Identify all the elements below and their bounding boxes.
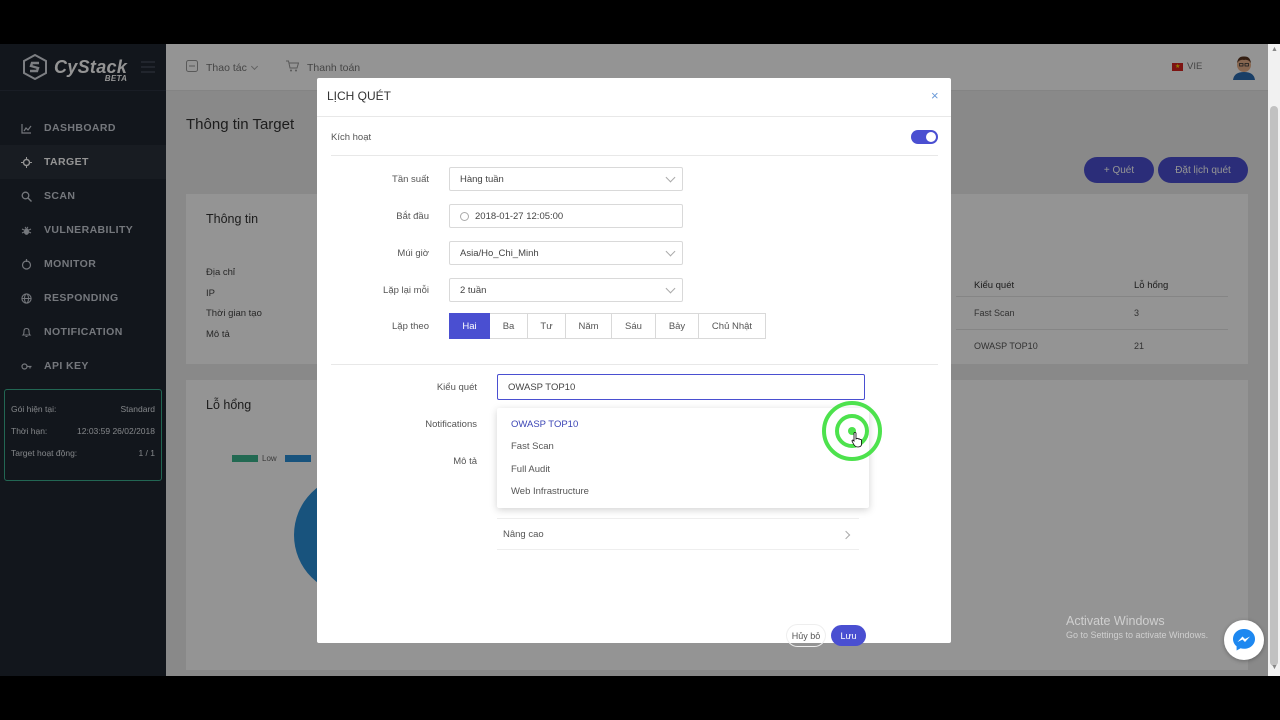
advanced-label: Nâng cao xyxy=(503,528,544,540)
frequency-select[interactable]: Hàng tuần xyxy=(449,167,683,191)
section-divider xyxy=(331,155,938,156)
messenger-icon xyxy=(1233,629,1255,651)
frequency-value: Hàng tuần xyxy=(460,173,504,185)
day-button-sun[interactable]: Chủ Nhật xyxy=(699,313,766,339)
cancel-button[interactable]: Hủy bỏ xyxy=(787,625,825,646)
description-label: Mô tả xyxy=(453,456,477,467)
clock-icon xyxy=(460,211,469,221)
day-button-wed[interactable]: Tư xyxy=(528,313,566,339)
scan-type-label: Kiểu quét xyxy=(436,382,477,393)
timezone-label: Múi giờ xyxy=(397,248,429,259)
active-toggle[interactable] xyxy=(911,130,938,144)
windows-activation-watermark: Activate Windows Go to Settings to activ… xyxy=(1066,614,1208,640)
scan-type-option[interactable]: Full Audit xyxy=(497,458,869,481)
scroll-up-icon[interactable]: ▲ xyxy=(1271,46,1278,53)
app-window: CyStack BETA DASHBOARD TARGET SCAN VULNER… xyxy=(0,44,1280,676)
weekday-selector: Hai Ba Tư Năm Sáu Bảy Chủ Nhật xyxy=(449,313,766,339)
scan-type-value: OWASP TOP10 xyxy=(508,381,576,393)
scan-type-option[interactable]: Web Infrastructure xyxy=(497,481,869,504)
hand-cursor-icon xyxy=(851,432,862,448)
timezone-select[interactable]: Asia/Ho_Chi_Minh xyxy=(449,241,683,265)
section-divider xyxy=(331,364,938,365)
scroll-down-icon[interactable]: ▼ xyxy=(1271,664,1278,671)
notifications-label: Notifications xyxy=(425,419,477,430)
frequency-label: Tần suất xyxy=(392,174,429,185)
chevron-down-icon xyxy=(665,283,676,294)
day-button-tue[interactable]: Ba xyxy=(490,313,528,339)
start-label: Bắt đầu xyxy=(396,211,429,222)
modal-header-divider xyxy=(317,116,951,117)
schedule-scan-modal: LỊCH QUÉT × Kích hoạt Tần suất Hàng tuần… xyxy=(317,78,951,646)
watermark-line1: Activate Windows xyxy=(1066,614,1165,628)
scan-type-dropdown: OWASP TOP10 Fast Scan Full Audit Web Inf… xyxy=(497,408,869,508)
day-button-mon[interactable]: Hai xyxy=(449,313,490,339)
chevron-down-icon xyxy=(665,172,676,183)
save-button[interactable]: Lưu xyxy=(831,625,866,646)
messenger-chat-button[interactable] xyxy=(1224,620,1264,660)
watermark-line2: Go to Settings to activate Windows. xyxy=(1066,630,1209,640)
scan-type-select[interactable]: OWASP TOP10 xyxy=(497,374,865,400)
click-highlight-indicator xyxy=(822,401,882,461)
repeat-value: 2 tuần xyxy=(460,284,487,296)
close-icon[interactable]: × xyxy=(931,88,939,103)
scan-type-option[interactable]: Fast Scan xyxy=(497,436,869,459)
active-label: Kích hoạt xyxy=(331,132,372,143)
modal-title: LỊCH QUÉT xyxy=(327,89,392,103)
repeat-on-label: Lặp theo xyxy=(392,321,429,332)
repeat-select[interactable]: 2 tuần xyxy=(449,278,683,302)
day-button-fri[interactable]: Sáu xyxy=(612,313,656,339)
scan-type-option[interactable]: OWASP TOP10 xyxy=(497,413,869,436)
scrollbar-thumb[interactable] xyxy=(1270,106,1278,666)
chevron-right-icon xyxy=(841,530,851,540)
page-scrollbar[interactable]: ▲ ▼ xyxy=(1268,44,1280,676)
chevron-down-icon xyxy=(665,246,676,257)
start-value: 2018-01-27 12:05:00 xyxy=(475,210,564,222)
advanced-section-toggle[interactable]: Nâng cao xyxy=(497,518,859,550)
timezone-value: Asia/Ho_Chi_Minh xyxy=(460,247,539,259)
repeat-label: Lặp lại mỗi xyxy=(383,285,429,296)
day-button-thu[interactable]: Năm xyxy=(566,313,612,339)
start-datetime-input[interactable]: 2018-01-27 12:05:00 xyxy=(449,204,683,228)
day-button-sat[interactable]: Bảy xyxy=(656,313,699,339)
